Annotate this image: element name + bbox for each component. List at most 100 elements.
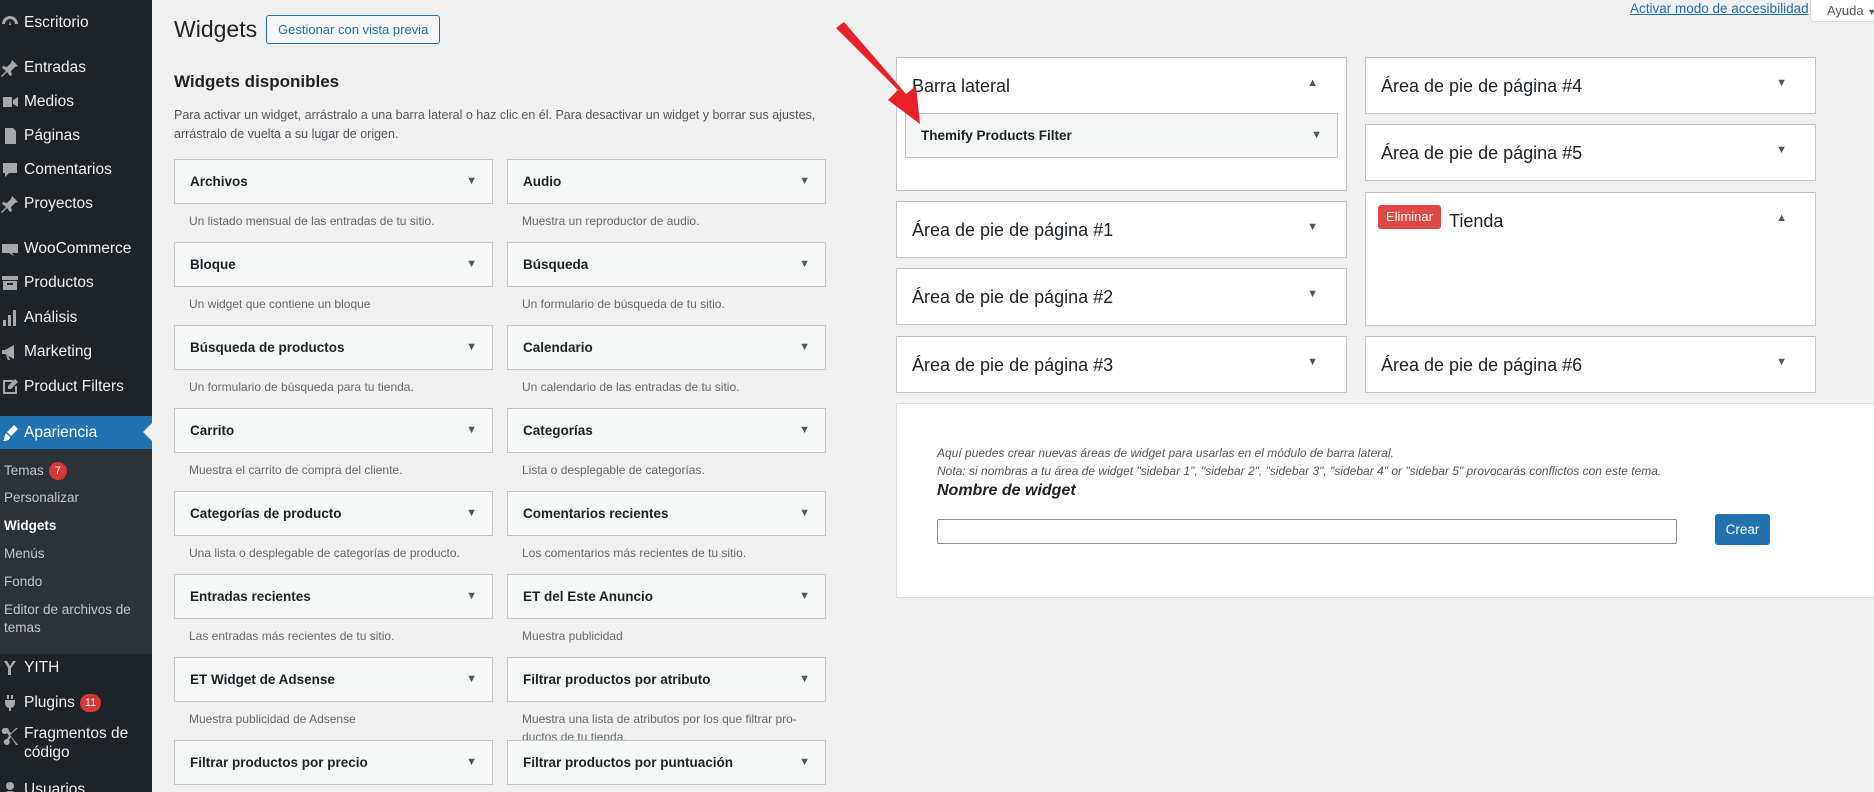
widget-description: Un formulario de búsqueda para tu tienda… — [189, 380, 414, 394]
create-note: Aquí puedes crear nuevas áreas de widget… — [937, 446, 1394, 460]
menu-medios[interactable]: Medios — [0, 87, 152, 117]
chevron-down-icon[interactable]: ▼ — [1776, 77, 1787, 89]
widget-name-input[interactable] — [937, 519, 1677, 544]
menu-productos[interactable]: Productos — [0, 268, 152, 298]
create-button[interactable]: Crear — [1715, 514, 1770, 545]
chevron-down-icon[interactable]: ▼ — [466, 326, 477, 369]
available-widget[interactable]: Comentarios recientes ▼ — [507, 491, 826, 536]
area-footer-6[interactable]: Área de pie de página #6 ▼ — [1365, 336, 1816, 393]
area-footer-3[interactable]: Área de pie de página #3 ▼ — [896, 336, 1347, 393]
menu-comentarios[interactable]: Comentarios — [0, 155, 152, 185]
widget-themify-products-filter[interactable]: Themify Products Filter ▼ — [905, 113, 1338, 158]
submenu-widgets[interactable]: Widgets — [4, 517, 56, 535]
available-widget[interactable]: ET Widget de Adsense ▼ — [174, 657, 493, 702]
chevron-down-icon[interactable]: ▼ — [466, 409, 477, 452]
menu-yith[interactable]: YITH — [0, 653, 152, 683]
menu-fragmentos[interactable]: Fragmentos de código — [0, 724, 152, 766]
chevron-down-icon[interactable]: ▼ — [466, 243, 477, 286]
chevron-down-icon[interactable]: ▼ — [1311, 114, 1322, 157]
area-title: Área de pie de página #1 — [912, 220, 1114, 240]
menu-entradas[interactable]: Entradas — [0, 53, 152, 83]
available-widget[interactable]: ET del Este Anuncio ▼ — [507, 574, 826, 619]
menu-paginas[interactable]: Páginas — [0, 121, 152, 151]
brush-icon — [0, 423, 24, 443]
chevron-down-icon[interactable]: ▼ — [799, 160, 810, 203]
menu-usuarios[interactable]: Usuarios — [0, 775, 152, 792]
widget-description: Una lista o desplegable de categorías de… — [189, 546, 460, 560]
widget-description: Un calendario de las entradas de tu siti… — [522, 380, 740, 394]
widget-description: Muestra el carrito de compra del cliente… — [189, 463, 403, 477]
chevron-down-icon[interactable]: ▼ — [799, 658, 810, 701]
chevron-down-icon[interactable]: ▼ — [1776, 144, 1787, 156]
chevron-down-icon[interactable]: ▼ — [1307, 221, 1318, 233]
available-widget[interactable]: Calendario ▼ — [507, 325, 826, 370]
pin-icon — [0, 194, 24, 214]
menu-woocommerce[interactable]: WooCommerce — [0, 234, 152, 264]
chevron-down-icon[interactable]: ▼ — [466, 575, 477, 618]
area-footer-5[interactable]: Área de pie de página #5 ▼ — [1365, 124, 1816, 181]
chevron-down-icon[interactable]: ▼ — [799, 492, 810, 535]
menu-proyectos[interactable]: Proyectos — [0, 189, 152, 219]
available-widget[interactable]: Entradas recientes ▼ — [174, 574, 493, 619]
submenu-fondo[interactable]: Fondo — [4, 573, 42, 591]
plugin-icon — [0, 693, 24, 713]
area-title: Área de pie de página #6 — [1381, 355, 1583, 375]
help-tab[interactable]: Ayuda ▼ — [1810, 0, 1874, 22]
area-title: Área de pie de página #2 — [912, 287, 1114, 307]
chevron-down-icon[interactable]: ▼ — [1307, 356, 1318, 368]
submenu-menus[interactable]: Menús — [4, 545, 45, 563]
chevron-down-icon[interactable]: ▼ — [799, 741, 810, 784]
menu-marketing[interactable]: Marketing — [0, 337, 152, 367]
available-widget[interactable]: Audio ▼ — [507, 159, 826, 204]
chevron-down-icon[interactable]: ▼ — [466, 492, 477, 535]
widget-description: Muestra publicidad de Adsense — [189, 712, 356, 726]
chevron-down-icon[interactable]: ▼ — [799, 243, 810, 286]
area-footer-2[interactable]: Área de pie de página #2 ▼ — [896, 268, 1347, 325]
menu-product-filters[interactable]: Product Filters — [0, 372, 152, 402]
chevron-up-icon[interactable]: ▲ — [1307, 77, 1318, 89]
chevron-down-icon[interactable]: ▼ — [799, 326, 810, 369]
chevron-down-icon[interactable]: ▼ — [1307, 288, 1318, 300]
available-widget[interactable]: Categorías de producto ▼ — [174, 491, 493, 536]
available-widget[interactable]: Bloque ▼ — [174, 242, 493, 287]
menu-plugins[interactable]: Plugins 11 — [0, 688, 152, 718]
area-footer-1[interactable]: Área de pie de página #1 ▼ — [896, 201, 1347, 258]
woo-icon — [0, 239, 24, 259]
submenu-personalizar[interactable]: Personalizar — [4, 489, 79, 507]
available-widget[interactable]: Categorías ▼ — [507, 408, 826, 453]
chevron-down-icon[interactable]: ▼ — [799, 409, 810, 452]
widget-description: Lista o desplegable de categorías. — [522, 463, 705, 477]
submenu-editor-temas[interactable]: Editor de archivos de temas — [4, 601, 144, 637]
available-widget[interactable]: Búsqueda ▼ — [507, 242, 826, 287]
menu-apariencia[interactable]: Apariencia — [0, 416, 152, 449]
menu-escritorio[interactable]: Escritorio — [0, 8, 152, 38]
chevron-down-icon[interactable]: ▼ — [799, 575, 810, 618]
chevron-down-icon[interactable]: ▼ — [466, 658, 477, 701]
delete-area-button[interactable]: Eliminar — [1378, 205, 1441, 229]
widget-description: Muestra publicidad — [522, 629, 623, 643]
available-widgets-description: Para activar un widget, arrástralo a una… — [174, 108, 816, 141]
widget-description: Las entradas más recientes de tu sitio. — [189, 629, 395, 643]
available-widget[interactable]: Filtrar productos por atributo ▼ — [507, 657, 826, 702]
available-widget[interactable]: Carrito ▼ — [174, 408, 493, 453]
chevron-down-icon[interactable]: ▼ — [466, 160, 477, 203]
area-tienda[interactable]: Eliminar Tienda ▲ — [1365, 192, 1816, 326]
available-widget[interactable]: Archivos ▼ — [174, 159, 493, 204]
area-footer-4[interactable]: Área de pie de página #4 ▼ — [1365, 57, 1816, 114]
admin-sidebar: Escritorio Entradas Medios Páginas Comen… — [0, 0, 152, 792]
available-widget[interactable]: Filtrar productos por puntuación ▼ — [507, 740, 826, 785]
available-widget[interactable]: Búsqueda de productos ▼ — [174, 325, 493, 370]
area-barra-lateral[interactable]: Barra lateral ▲ Themify Products Filter … — [896, 57, 1347, 191]
available-widget[interactable]: Filtrar productos por precio ▼ — [174, 740, 493, 785]
chevron-down-icon[interactable]: ▼ — [1776, 356, 1787, 368]
menu-analisis[interactable]: Análisis — [0, 303, 152, 333]
dashboard-icon — [0, 13, 24, 33]
manage-preview-button[interactable]: Gestionar con vista previa — [266, 15, 441, 44]
accessibility-mode-link[interactable]: Activar modo de accesibilidad — [1630, 1, 1809, 16]
chevron-up-icon[interactable]: ▲ — [1776, 212, 1787, 224]
submenu-temas[interactable]: Temas 7 — [4, 462, 67, 480]
comment-icon — [0, 160, 24, 180]
updates-badge: 7 — [48, 462, 67, 480]
widget-description: Un listado mensual de las entradas de tu… — [189, 214, 435, 228]
chevron-down-icon[interactable]: ▼ — [466, 741, 477, 784]
